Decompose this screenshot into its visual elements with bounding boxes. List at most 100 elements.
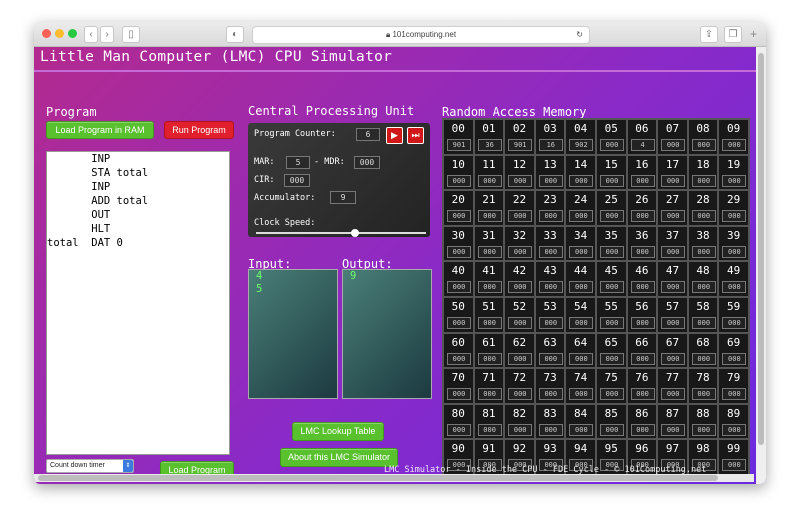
ram-cell[interactable]: 89 000 [718, 403, 749, 440]
ram-value[interactable]: 000 [630, 316, 655, 329]
ram-value[interactable]: 000 [508, 423, 533, 436]
ram-cell[interactable]: 68 000 [687, 332, 719, 369]
ram-cell[interactable]: 35 000 [595, 225, 627, 262]
ram-cell[interactable]: 16 000 [626, 154, 658, 191]
ram-value[interactable]: 000 [661, 281, 686, 294]
ram-value[interactable]: 000 [569, 388, 594, 401]
ram-value[interactable]: 000 [691, 316, 716, 329]
ram-value[interactable]: 000 [722, 174, 747, 187]
ram-cell[interactable]: 28 000 [687, 190, 719, 226]
ram-cell[interactable]: 44 000 [565, 261, 596, 297]
chevron-left-icon[interactable]: ‹ [84, 26, 98, 43]
ram-cell[interactable]: 64 000 [565, 332, 596, 369]
ram-value[interactable]: 000 [569, 174, 594, 187]
ram-cell[interactable]: 77 000 [657, 368, 688, 404]
ram-value[interactable]: 000 [569, 423, 594, 436]
ram-value[interactable]: 000 [538, 388, 563, 401]
ram-cell[interactable]: 06 4 [626, 119, 658, 155]
ram-cell[interactable]: 42 000 [504, 261, 535, 297]
ram-cell[interactable]: 23 000 [534, 190, 566, 226]
ram-value[interactable]: 000 [599, 423, 624, 436]
step-icon[interactable]: ⏭ [407, 127, 424, 144]
ram-value[interactable]: 000 [447, 352, 471, 365]
ram-value[interactable]: 000 [569, 210, 594, 223]
ram-cell[interactable]: 59 000 [718, 296, 749, 333]
ram-value[interactable]: 000 [447, 423, 471, 436]
ram-cell[interactable]: 62 000 [504, 332, 535, 369]
ram-cell[interactable]: 21 000 [473, 190, 505, 226]
ram-cell[interactable]: 19 000 [718, 154, 749, 191]
ram-value[interactable]: 000 [661, 423, 686, 436]
ram-cell[interactable]: 60 000 [443, 332, 474, 369]
ram-value[interactable]: 000 [630, 210, 655, 223]
ram-value[interactable]: 000 [508, 210, 533, 223]
ram-cell[interactable]: 33 000 [534, 225, 566, 262]
ram-value[interactable]: 000 [599, 139, 624, 151]
ram-cell[interactable]: 41 000 [473, 261, 505, 297]
horizontal-scroll-thumb[interactable] [38, 475, 718, 481]
ram-value[interactable]: 000 [538, 281, 563, 294]
ram-value[interactable]: 000 [447, 316, 471, 329]
ram-cell[interactable]: 52 000 [504, 296, 535, 333]
ram-cell[interactable]: 15 000 [595, 154, 627, 191]
ram-value[interactable]: 000 [599, 210, 624, 223]
ram-value[interactable]: 000 [630, 174, 655, 187]
ram-cell[interactable]: 48 000 [687, 261, 719, 297]
ram-value[interactable]: 000 [722, 459, 747, 472]
ram-value[interactable]: 000 [447, 281, 471, 294]
chevron-right-icon[interactable]: › [100, 26, 114, 43]
ram-value[interactable]: 000 [538, 352, 563, 365]
ram-cell[interactable]: 46 000 [626, 261, 658, 297]
ram-cell[interactable]: 99 000 [718, 439, 749, 475]
ram-value[interactable]: 000 [599, 281, 624, 294]
horizontal-scrollbar[interactable] [34, 474, 754, 482]
ram-cell[interactable]: 85 000 [595, 403, 627, 440]
ram-cell[interactable]: 66 000 [626, 332, 658, 369]
cir-value[interactable]: 000 [284, 174, 310, 187]
ram-value[interactable]: 000 [508, 281, 533, 294]
ram-value[interactable]: 901 [508, 139, 533, 151]
ram-cell[interactable]: 74 000 [565, 368, 596, 404]
ram-value[interactable]: 000 [477, 174, 502, 187]
ram-cell[interactable]: 67 000 [657, 332, 688, 369]
ram-cell[interactable]: 22 000 [504, 190, 535, 226]
ram-cell[interactable]: 61 000 [473, 332, 505, 369]
ram-value[interactable]: 000 [538, 210, 563, 223]
program-editor[interactable]: INP STA total INP ADD total OUT HLT total… [46, 151, 230, 455]
ram-cell[interactable]: 18 000 [687, 154, 719, 191]
ram-cell[interactable]: 30 000 [443, 225, 474, 262]
ram-cell[interactable]: 69 000 [718, 332, 749, 369]
ram-cell[interactable]: 24 000 [565, 190, 596, 226]
ram-value[interactable]: 000 [477, 388, 502, 401]
ram-cell[interactable]: 40 000 [443, 261, 474, 297]
ram-value[interactable]: 901 [447, 139, 471, 151]
ram-cell[interactable]: 03 16 [534, 119, 566, 155]
lmc-lookup-table-button[interactable]: LMC Lookup Table [292, 422, 384, 441]
ram-value[interactable]: 000 [508, 352, 533, 365]
about-lmc-simulator-button[interactable]: About this LMC Simulator [280, 448, 398, 467]
mdr-value[interactable]: 000 [354, 156, 380, 169]
ram-cell[interactable]: 45 000 [595, 261, 627, 297]
ram-cell[interactable]: 32 000 [504, 225, 535, 262]
ram-value[interactable]: 000 [722, 316, 747, 329]
ram-cell[interactable]: 26 000 [626, 190, 658, 226]
ram-value[interactable]: 000 [447, 174, 471, 187]
ram-cell[interactable]: 88 000 [687, 403, 719, 440]
ram-value[interactable]: 000 [661, 139, 686, 151]
ram-cell[interactable]: 82 000 [504, 403, 535, 440]
ram-value[interactable]: 000 [477, 316, 502, 329]
ram-value[interactable]: 000 [691, 281, 716, 294]
ram-value[interactable]: 000 [691, 174, 716, 187]
ram-cell[interactable]: 63 000 [534, 332, 566, 369]
ram-cell[interactable]: 50 000 [443, 296, 474, 333]
ram-cell[interactable]: 31 000 [473, 225, 505, 262]
ram-value[interactable]: 000 [538, 245, 563, 258]
ram-value[interactable]: 000 [691, 423, 716, 436]
ram-value[interactable]: 000 [722, 139, 747, 151]
minimize-window-button[interactable] [55, 29, 64, 38]
ram-cell[interactable]: 81 000 [473, 403, 505, 440]
ram-cell[interactable]: 08 000 [687, 119, 719, 155]
privacy-shield-icon[interactable]: ◐ [226, 26, 244, 43]
ram-cell[interactable]: 76 000 [626, 368, 658, 404]
ram-value[interactable]: 000 [722, 423, 747, 436]
